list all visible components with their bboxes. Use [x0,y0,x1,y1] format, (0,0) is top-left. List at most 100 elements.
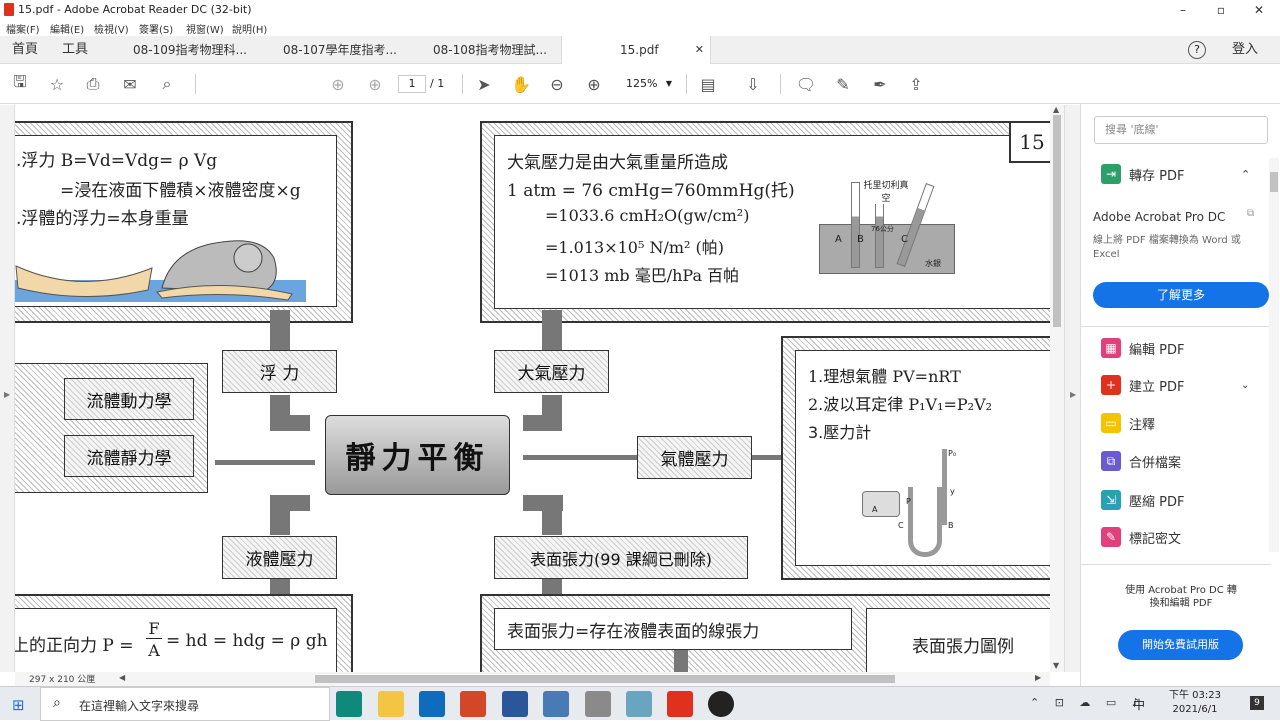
manometer-p-label: P [906,497,911,506]
copy-icon[interactable]: ⧉ [1247,208,1254,219]
chevron-up-icon[interactable]: ⌃ [1241,168,1250,181]
tab-tools[interactable]: 工具 [62,36,88,64]
zoom-value: 125% [626,77,658,90]
compress-pdf-label: 壓縮 PDF [1129,494,1185,510]
point-b-label: B [857,234,864,245]
outlook-icon[interactable] [419,691,445,717]
tab-home[interactable]: 首頁 [12,36,38,64]
zoom-out-icon[interactable]: ⊖ [545,72,569,96]
atm-line-1: 大氣壓力是由大氣重量所造成 [507,153,728,173]
export-pdf-icon: ⇥ [1101,164,1121,184]
print-icon[interactable]: ⎙ [81,72,105,96]
boat-elephant-illustration [15,240,306,302]
gas-line-2: 2.波以耳定律 P₁V₁=P₂V₂ [808,395,993,414]
gas-pressure-label: 氣體壓力 [637,436,752,479]
next-page-icon[interactable]: ⊕ [363,72,387,96]
vertical-scrollbar[interactable]: ▲ ▼ [1050,105,1064,672]
tab-doc-active[interactable]: 15.pdf ✕ [561,36,711,64]
hand-tool-icon[interactable]: ✋ [509,72,533,96]
tools-right-panel: 搜尋 '底線' ⇥ 轉存 PDF ⌃ Adobe Acrobat Pro DC ⧉ … [1080,104,1280,686]
app-icon-2[interactable] [585,691,611,717]
free-trial-button[interactable]: 開始免費試用版 [1118,630,1243,660]
page-number-input[interactable]: 1 [398,75,426,93]
chevron-down-icon[interactable]: ⌄ [1241,380,1249,391]
atm-line-2: 1 atm = 76 cmHg=760mmHg(托) [507,181,795,201]
panel-scrollbar[interactable] [1269,158,1279,552]
surface-tension-label: 表面張力(99 課綱已刪除) [494,536,748,579]
notification-icon[interactable]: 9 [1250,696,1264,710]
powerpoint-icon[interactable] [460,691,486,717]
app-icon[interactable] [543,691,569,717]
tab-doc-3[interactable]: 08-108指考物理試... [433,36,547,64]
clock-date: 2021/6/1 [1172,704,1218,715]
zoom-in-icon[interactable]: ⊕ [582,72,606,96]
close-tab-icon[interactable]: ✕ [695,36,704,64]
page-size-label: 297 x 210 公厘 [29,675,96,685]
search-input[interactable]: 搜尋 '底線' [1094,116,1268,144]
liquid-formula-pre: 上的正向力 P = [15,636,134,656]
edge-icon[interactable] [336,691,362,717]
login-button[interactable]: 登入 [1232,36,1258,64]
create-pdf-item[interactable]: + 建立 PDF ⌄ [1101,373,1249,397]
acrobat-icon[interactable] [667,691,693,717]
buoyancy-label: 浮 力 [222,350,337,393]
export-pdf-item[interactable]: ⇥ 轉存 PDF ⌃ [1101,162,1250,186]
help-icon[interactable]: ? [1188,41,1206,59]
combine-files-item[interactable]: ⧉ 合併檔案 [1101,449,1181,473]
record-icon[interactable] [708,691,734,717]
windows-start-icon[interactable]: ⊞ [12,696,25,714]
close-window-button[interactable]: ✕ [1236,0,1280,20]
manometer-y-label: y [950,487,955,496]
liquid-formula-post: = hd = hdg = ρ gh [166,631,328,651]
menu-view[interactable]: 檢視(V) [94,21,129,36]
zoom-select[interactable]: 125% ▼ [618,75,676,93]
select-cursor-icon[interactable]: ➤ [472,72,496,96]
edit-pdf-icon: ▦ [1101,338,1121,358]
ime-indicator[interactable]: 中 [1133,696,1145,713]
liquid-formula-den: A [148,641,160,660]
compress-pdf-item[interactable]: ⇲ 壓縮 PDF [1101,488,1184,512]
edit-pdf-item[interactable]: ▦ 編輯 PDF [1101,336,1184,360]
menu-file[interactable]: 檔案(F) [6,21,40,36]
share-icon[interactable]: ⇪ [904,72,928,96]
bookmark-star-icon[interactable]: ☆ [45,72,69,96]
horizontal-scrollbar[interactable]: 297 x 210 公厘 ◀ ▶ [15,672,1050,686]
zoom-search-icon[interactable]: ⌕ [155,72,179,96]
comment-tool-icon: ▭ [1101,413,1121,433]
left-panel-collapsed[interactable]: ▶ [0,105,15,672]
prev-page-icon[interactable]: ⊕ [326,72,350,96]
create-pdf-icon: + [1101,375,1121,395]
taskbar-search[interactable]: ⌕ 在這裡輸入文字來搜尋 [40,687,330,721]
comment-icon[interactable]: 🗨 [794,72,818,96]
learn-more-button[interactable]: 了解更多 [1093,282,1269,308]
buoyancy-line-3: .浮體的浮力=本身重量 [16,209,189,229]
clock[interactable]: 下午 03:23 2021/6/1 [1160,689,1230,717]
word-icon[interactable] [502,691,528,717]
save-icon[interactable]: 🖫 [8,72,32,96]
sign-icon[interactable]: ✒ [868,72,892,96]
page-total: / 1 [430,77,445,90]
menu-edit[interactable]: 編輯(E) [50,21,84,36]
arrow-center-to-gas [523,455,638,460]
manometer-p0-label: P₀ [948,449,957,458]
tab-doc-1[interactable]: 08-109指考物理科... [133,36,247,64]
email-icon[interactable]: ✉ [118,72,142,96]
menu-help[interactable]: 說明(H) [232,21,267,36]
page-layout-icon[interactable]: ▤ [696,72,720,96]
pro-title: Adobe Acrobat Pro DC [1093,210,1226,224]
redact-item[interactable]: ✎ 標記密文 [1101,525,1181,549]
highlight-pen-icon[interactable]: ✎ [831,72,855,96]
scroll-mode-icon[interactable]: ⇩ [741,72,765,96]
file-explorer-icon[interactable] [378,691,404,717]
tab-doc-2[interactable]: 08-107學年度指考... [283,36,397,64]
app-icon-3[interactable] [626,691,652,717]
menu-sign[interactable]: 簽署(S) [139,21,173,36]
comment-item[interactable]: ▭ 注釋 [1101,411,1155,435]
menu-window[interactable]: 視窗(W) [186,21,224,36]
comment-label: 注釋 [1129,417,1156,433]
right-panel-toggle[interactable]: ▶ [1064,105,1080,672]
atm-line-5: =1013 mb 毫巴/hPa 百帕 [545,266,740,285]
taskbar: ⊞ ⌕ 在這裡輸入文字來搜尋 ⌃ ⊡ ☁ ▭ ♪ 中 下午 03:23 2021… [0,686,1280,721]
system-tray-icons[interactable]: ⌃ ⊡ ☁ ▭ ♪ [1030,696,1145,709]
buoyancy-panel: .浮力 B=Vd=Vdg= ρ Vg =浸在液面下體積×液體密度×g .浮體的浮… [15,135,337,307]
